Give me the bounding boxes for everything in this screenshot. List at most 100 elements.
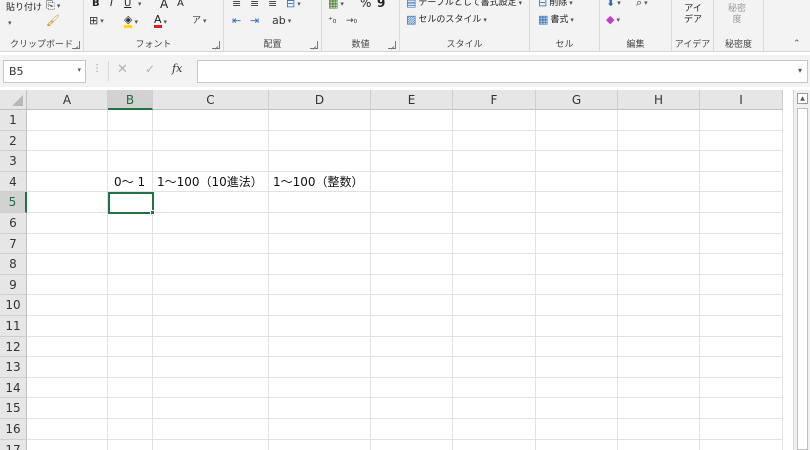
column-gridline [535, 110, 536, 450]
row-header-12[interactable]: 12 [0, 336, 27, 358]
find-select-button[interactable]: ⌕ ▾ [636, 0, 648, 9]
comma-style-button[interactable]: 9 [377, 0, 385, 9]
scrollbar-thumb[interactable] [797, 108, 808, 450]
expand-formula-bar-icon[interactable]: ▾ [798, 66, 802, 75]
worksheet-grid[interactable]: ABCDEFGHI 1 2 3 4 5 6 7 8 9 10 11 12 13 14 15 16 17 0～ 1… [0, 90, 810, 450]
accounting-format-button[interactable]: ▦ ▾ [328, 0, 344, 10]
borders-button[interactable]: ⊞ ▾ [89, 15, 104, 27]
insert-function-button[interactable]: fx [172, 62, 182, 75]
font-launcher-icon[interactable] [212, 41, 220, 49]
decrease-decimal-button[interactable]: →₀ [346, 15, 357, 27]
cell-D4[interactable]: 1～100（整数） [273, 172, 364, 192]
row-header-6[interactable]: 6 [0, 213, 27, 234]
row-header-10[interactable]: 10 [0, 295, 27, 316]
row-gridline [27, 335, 783, 337]
format-button[interactable]: ▦ 書式 ▾ [538, 14, 574, 26]
eraser-icon: ◆ [606, 13, 615, 26]
row-header-5[interactable]: 5 [0, 192, 27, 213]
cell-C4[interactable]: 1～100（10進法） [157, 172, 263, 192]
clear-button[interactable]: ◆ ▾ [606, 14, 620, 26]
phonetic-button[interactable]: ア ▾ [192, 15, 207, 27]
increase-decimal-button[interactable]: ⁺₀ [328, 15, 336, 27]
column-header-H[interactable]: H [618, 90, 700, 110]
column-header-C[interactable]: C [153, 90, 269, 110]
font-color-button[interactable]: A ▾ [154, 14, 167, 28]
column-header-F[interactable]: F [453, 90, 536, 110]
sensitivity-button[interactable]: 秘密 度 [728, 4, 746, 26]
orientation-button[interactable]: ab ▾ [272, 15, 291, 27]
align-right-button[interactable]: ≡ [268, 0, 277, 10]
clipboard-launcher-icon[interactable] [72, 41, 80, 49]
paste-button[interactable]: 貼り付け [6, 2, 42, 14]
delete-button[interactable]: ⊟ 削除 ▾ [538, 0, 573, 9]
ideas-button[interactable]: アイ デア [684, 4, 702, 26]
underline-dropdown-icon[interactable]: ▾ [136, 0, 142, 10]
ideas-label-line2: デア [684, 15, 703, 25]
column-header-G[interactable]: G [536, 90, 618, 110]
column-header-I[interactable]: I [700, 90, 783, 110]
row-header-2[interactable]: 2 [0, 130, 27, 152]
row-gridline [27, 397, 783, 399]
fill-color-button[interactable]: ◈ ▾ [124, 14, 138, 28]
align-left-icon: ≡ [232, 0, 242, 10]
copy-button[interactable]: ⎘ ▾ [46, 0, 60, 12]
decrease-indent-button[interactable]: ⇤ [232, 15, 241, 27]
format-as-table-button[interactable]: ▤ テーブルとして書式設定 ▾ [406, 0, 522, 9]
fill-button[interactable]: ⬇ ▾ [606, 0, 621, 9]
fill-handle[interactable] [150, 210, 155, 215]
format-painter-button[interactable]: 🖌 [46, 15, 60, 27]
shrink-font-button[interactable]: A [177, 0, 184, 10]
cell-B4[interactable]: 0～ 1 [114, 172, 145, 192]
name-box[interactable]: B5 ▾ [3, 60, 86, 83]
formula-input[interactable]: ▾ [197, 60, 808, 83]
underline-button[interactable]: U [124, 0, 131, 10]
column-header-D[interactable]: D [269, 90, 371, 110]
sensitivity-label-line1: 秘密 [728, 4, 747, 14]
row-gridline [27, 150, 783, 152]
number-launcher-icon[interactable] [388, 41, 396, 49]
scroll-up-arrow-icon[interactable]: ▲ [797, 93, 808, 104]
align-center-icon: ≡ [250, 0, 260, 10]
formula-bar-grip-icon[interactable]: ⋮ [92, 63, 102, 74]
sensitivity-label-line2: 度 [732, 15, 742, 25]
grow-font-button[interactable]: A [160, 0, 168, 10]
column-header-B[interactable]: B [108, 90, 153, 110]
column-header-E[interactable]: E [371, 90, 453, 110]
format-label: 書式 [550, 15, 569, 25]
row-header-1[interactable]: 1 [0, 110, 27, 131]
name-box-dropdown-icon[interactable]: ▾ [77, 66, 81, 74]
cell-styles-button[interactable]: ▨ セルのスタイル ▾ [406, 14, 487, 26]
column-header-A[interactable]: A [27, 90, 108, 110]
row-header-14[interactable]: 14 [0, 377, 27, 399]
row-header-4[interactable]: 4 [0, 171, 27, 193]
collapse-ribbon-icon[interactable]: ⌃ [793, 38, 801, 50]
enter-check-icon[interactable]: ✓ [145, 62, 155, 76]
percent-button[interactable]: % [360, 0, 371, 9]
paste-dropdown-caret-icon[interactable]: ▾ [6, 17, 12, 29]
row-header-11[interactable]: 11 [0, 316, 27, 337]
cancel-icon[interactable]: ✕ [117, 62, 128, 77]
row-header-17[interactable]: 17 [0, 439, 27, 450]
alignment-launcher-icon[interactable] [310, 41, 318, 49]
row-header-7[interactable]: 7 [0, 233, 27, 255]
vertical-scrollbar[interactable]: ▲ [793, 90, 810, 450]
bold-button[interactable]: B [92, 0, 100, 10]
row-header-9[interactable]: 9 [0, 274, 27, 296]
merge-center-button[interactable]: ⊟ ▾ [286, 0, 301, 10]
row-header-16[interactable]: 16 [0, 419, 27, 440]
cells-group-label: セル [555, 40, 574, 50]
row-header-15[interactable]: 15 [0, 398, 27, 419]
align-center-button[interactable]: ≡ [250, 0, 259, 10]
editing-group: ⬇ ▾ ⌕ ▾ ◆ ▾ 編集 [600, 0, 672, 51]
italic-button[interactable]: I [110, 0, 113, 10]
align-left-button[interactable]: ≡ [232, 0, 241, 10]
increase-indent-button[interactable]: ⇥ [250, 15, 259, 27]
orientation-icon: ab [272, 14, 286, 27]
row-header-13[interactable]: 13 [0, 357, 27, 378]
select-all-button[interactable] [0, 90, 27, 110]
ribbon: 貼り付け ▾ ⎘ ▾ 🖌 クリップボード B I U ▾ A A ⊞ ▾ ◈ ▾ A ▾… [0, 0, 810, 52]
row-header-3[interactable]: 3 [0, 151, 27, 172]
active-cell-border[interactable] [108, 192, 154, 214]
column-gridline [370, 110, 371, 450]
row-header-8[interactable]: 8 [0, 254, 27, 275]
